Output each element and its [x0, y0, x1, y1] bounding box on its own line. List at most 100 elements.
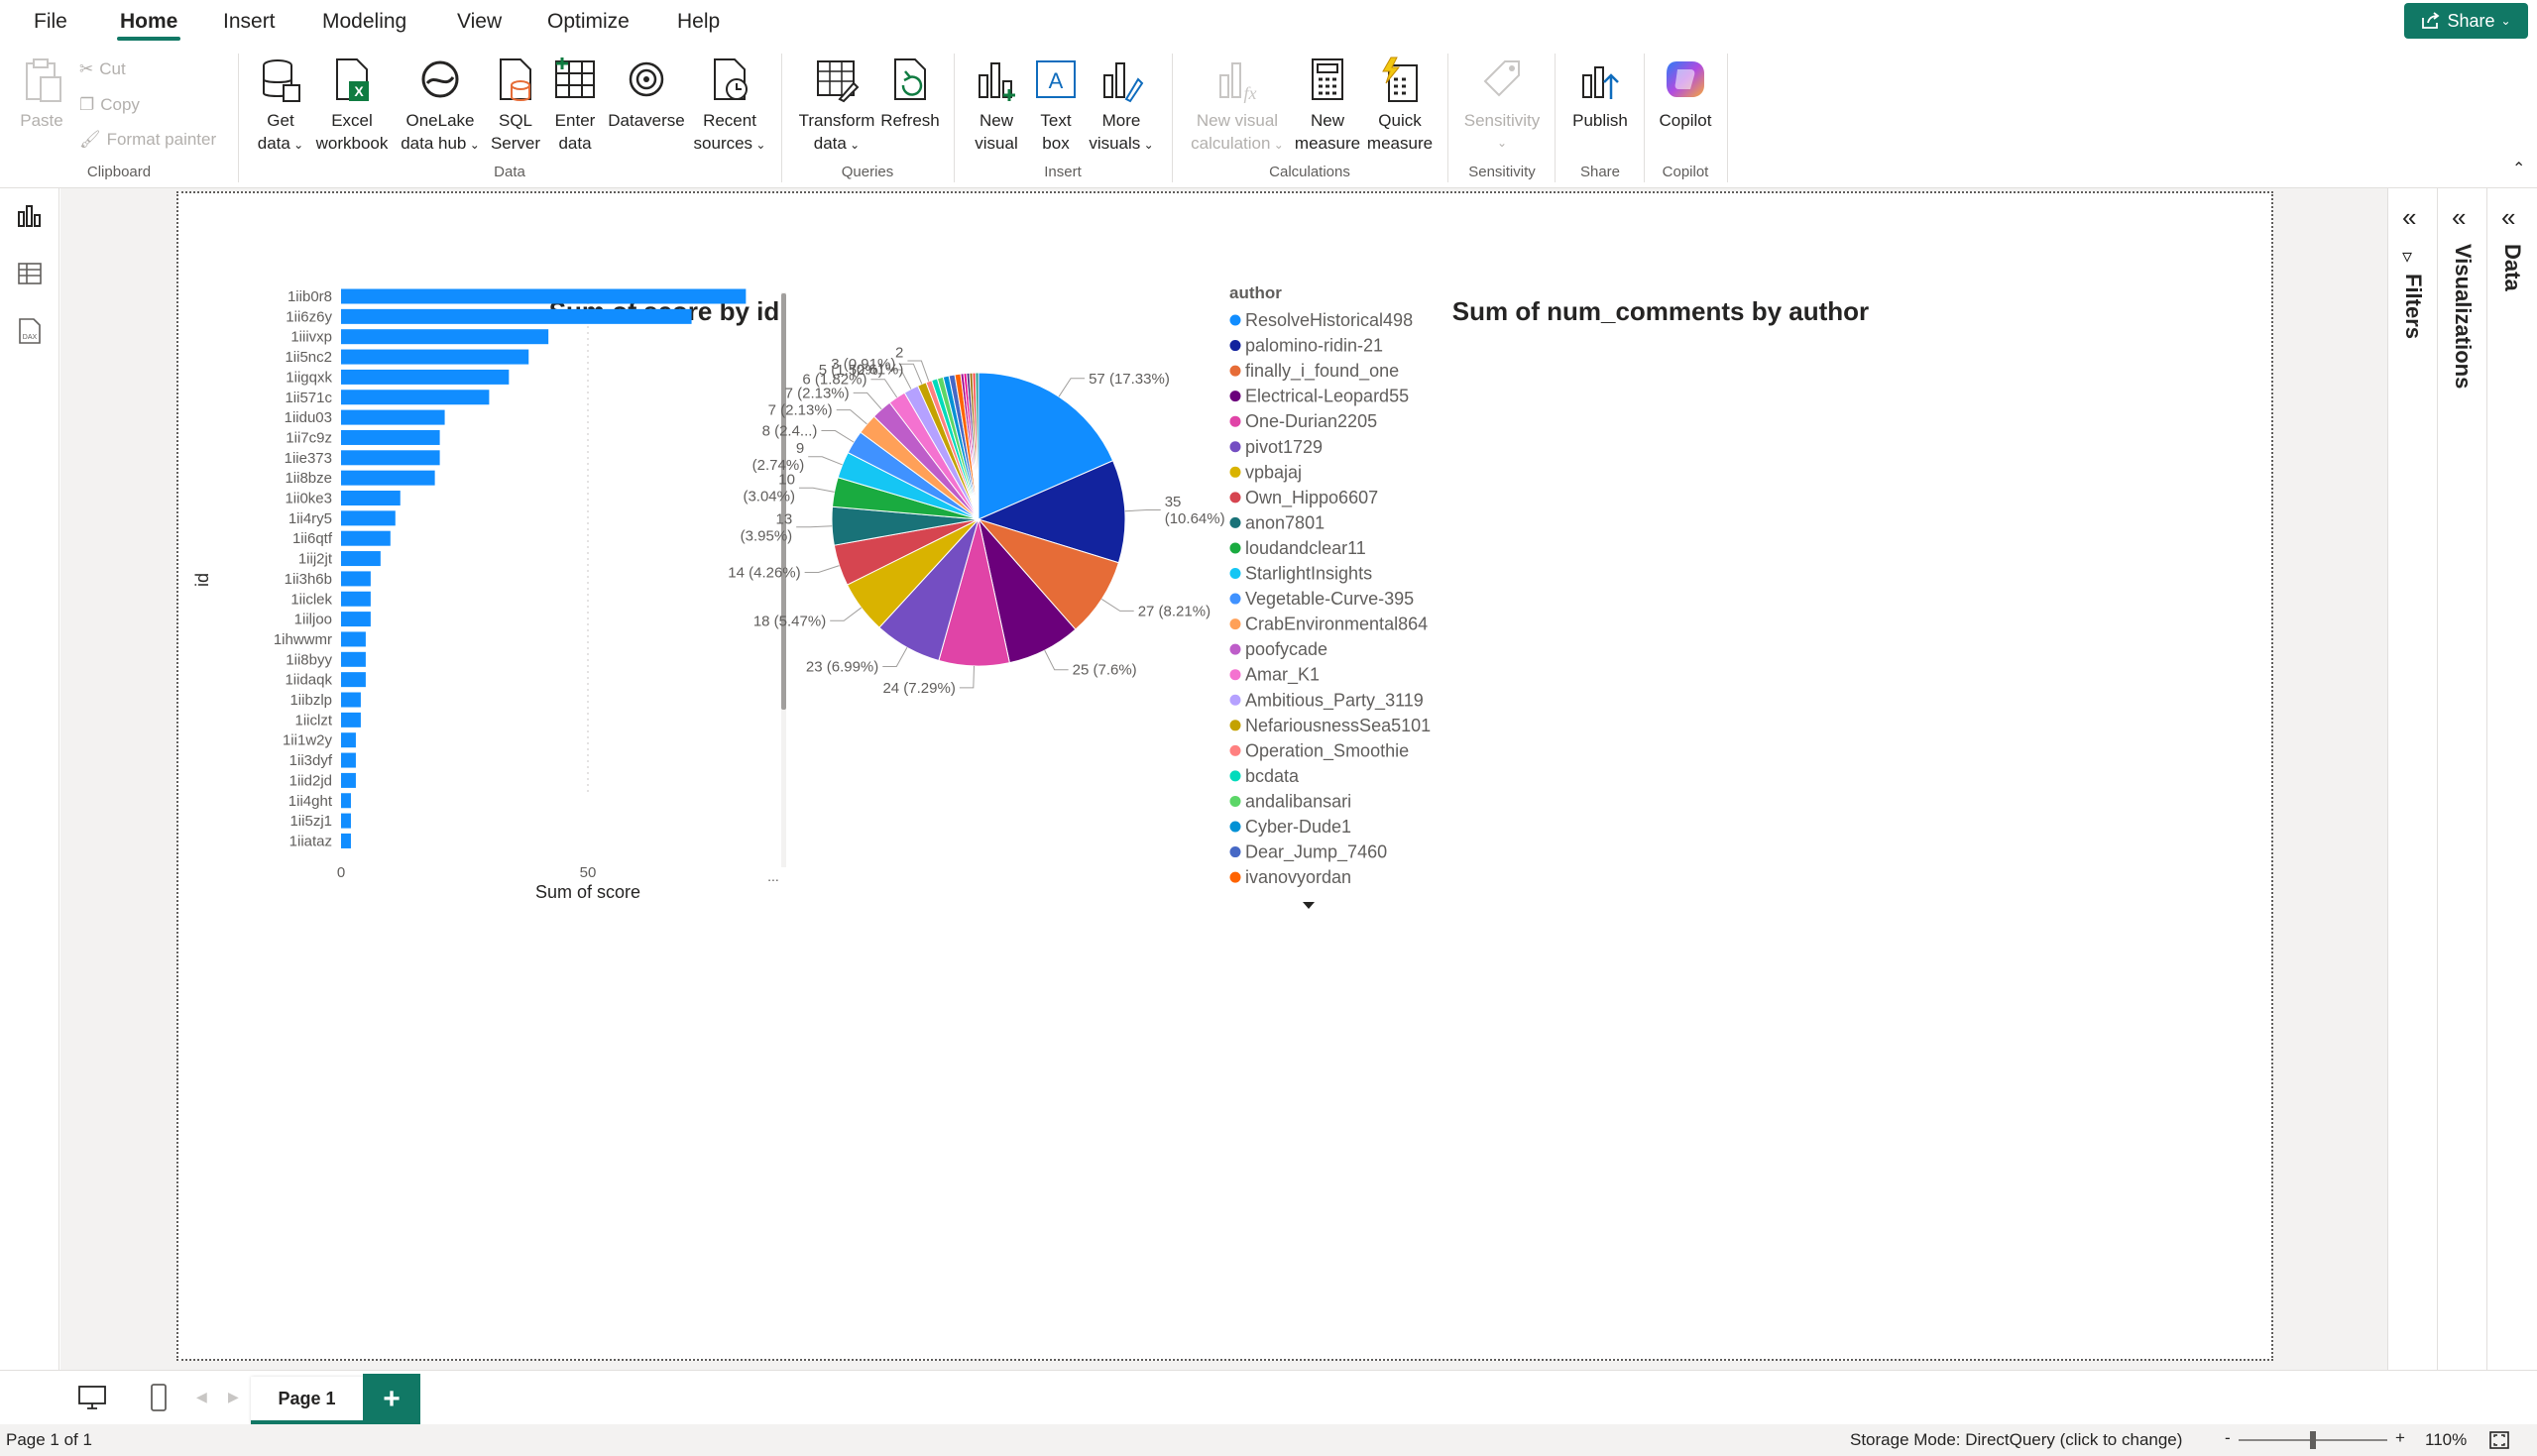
transform-data-icon	[814, 56, 860, 103]
excel-workbook-button[interactable]: X Excel workbook	[309, 56, 395, 155]
legend-item[interactable]: ivanovyordan	[1245, 867, 1351, 887]
copilot-button[interactable]: Copilot	[1650, 56, 1721, 132]
legend-item[interactable]: NefariousnessSea5101	[1245, 716, 1431, 735]
legend-item[interactable]: Ambitious_Party_3119	[1245, 690, 1424, 711]
legend-item[interactable]: anon7801	[1245, 512, 1325, 532]
new-visual-calculation-button[interactable]: fx New visual calculation ⌄	[1182, 56, 1293, 157]
cut-button[interactable]: ✂ Cut	[79, 59, 126, 79]
legend-item[interactable]: Own_Hippo6607	[1245, 488, 1378, 508]
legend-item[interactable]: Electrical-Leopard55	[1245, 387, 1409, 406]
leader-line	[853, 392, 882, 410]
legend-item[interactable]: One-Durian2205	[1245, 411, 1377, 431]
sensitivity-label: Sensitivity	[1463, 111, 1541, 130]
dataverse-button[interactable]: Dataverse	[604, 56, 689, 132]
clipboard-group-caption: Clipboard	[86, 164, 152, 180]
menu-modeling[interactable]: Modeling	[322, 10, 406, 34]
menu-help[interactable]: Help	[677, 10, 720, 34]
expand-visualizations-icon[interactable]: «	[2452, 202, 2466, 233]
menu-optimize[interactable]: Optimize	[547, 10, 630, 34]
legend-item[interactable]: andalibansari	[1245, 791, 1351, 811]
prev-page-icon[interactable]: ◀	[196, 1389, 207, 1405]
report-page: Sum of score by id Sum of num_comments b…	[176, 191, 2273, 1361]
more-visuals-button[interactable]: More visuals ⌄	[1083, 56, 1160, 157]
expand-filters-icon[interactable]: «	[2402, 202, 2416, 233]
copilot-group-caption: Copilot	[1662, 164, 1709, 180]
legend-item[interactable]: Dear_Jump_7460	[1245, 842, 1387, 863]
zoom-slider-thumb[interactable]	[2310, 1431, 2316, 1449]
leader-line	[830, 607, 863, 621]
quick-measure-button[interactable]: Quick measure	[1362, 56, 1438, 155]
chevron-down-icon: ⌄	[1140, 138, 1154, 152]
visualizations-pane[interactable]: « Visualizations	[2437, 188, 2486, 1370]
legend-item[interactable]: vpbajaj	[1245, 462, 1302, 482]
legend-item[interactable]: palomino-ridin-21	[1245, 336, 1383, 356]
data-pane[interactable]: « Data	[2486, 188, 2537, 1370]
legend-item[interactable]: bcdata	[1245, 766, 1300, 786]
sql-label-2: Server	[490, 134, 541, 153]
calculator-icon	[1305, 56, 1350, 103]
menu-insert[interactable]: Insert	[223, 10, 276, 34]
menu-file[interactable]: File	[34, 10, 67, 34]
legend-marker	[1229, 466, 1241, 478]
collapse-ribbon-icon[interactable]: ⌃	[2512, 159, 2525, 178]
pie-data-label: 14 (4.26%)	[728, 565, 800, 582]
recent-sources-button[interactable]: Recent sources ⌄	[688, 56, 771, 157]
chevron-down-icon: ⌄	[1496, 136, 1508, 150]
legend-item[interactable]: Cyber-Dude1	[1245, 817, 1351, 837]
format-painter-label: Format painter	[106, 130, 217, 149]
onelake-data-hub-button[interactable]: OneLake data hub ⌄	[395, 56, 486, 157]
refresh-icon	[887, 56, 933, 103]
dax-query-view-icon[interactable]: DAX	[16, 317, 44, 345]
mobile-layout-icon[interactable]	[149, 1383, 169, 1417]
onelake-label-2: data hub	[401, 134, 467, 153]
publish-button[interactable]: Publish	[1562, 56, 1638, 132]
legend-item[interactable]: pivot1729	[1245, 437, 1323, 457]
leader-line	[959, 665, 975, 689]
enter-data-button[interactable]: Enter data	[549, 56, 601, 155]
legend-item[interactable]: Vegetable-Curve-395	[1245, 589, 1414, 609]
zoom-in-button[interactable]: +	[2395, 1428, 2405, 1448]
new-measure-button[interactable]: New measure	[1293, 56, 1362, 155]
copy-button[interactable]: ❐ Copy	[79, 95, 140, 115]
next-page-icon[interactable]: ▶	[228, 1389, 239, 1405]
sensitivity-button[interactable]: Sensitivity ⌄	[1455, 56, 1549, 155]
desktop-layout-icon[interactable]	[77, 1385, 107, 1415]
transform-data-button[interactable]: Transform data ⌄	[793, 56, 880, 157]
legend-scroll-down-icon[interactable]	[1303, 902, 1315, 909]
new-visual-label-2: visual	[975, 134, 1018, 153]
menu-view[interactable]: View	[457, 10, 502, 34]
quick-measure-icon	[1377, 56, 1423, 103]
legend-item[interactable]: Amar_K1	[1245, 665, 1320, 686]
share-button[interactable]: Share ⌄	[2404, 3, 2528, 39]
legend-item[interactable]: CrabEnvironmental864	[1245, 615, 1428, 634]
menu-home[interactable]: Home	[120, 10, 177, 34]
sql-server-button[interactable]: SQL Server	[488, 56, 543, 155]
expand-data-icon[interactable]: «	[2501, 202, 2515, 233]
report-view-icon[interactable]	[16, 202, 44, 230]
tab-page-1[interactable]: Page 1	[251, 1377, 363, 1424]
paste-button[interactable]: Paste	[16, 56, 67, 132]
legend-item[interactable]: loudandclear11	[1245, 538, 1366, 558]
filters-pane[interactable]: « ▿ Filters	[2387, 188, 2437, 1370]
zoom-out-button[interactable]: -	[2225, 1428, 2231, 1448]
leader-line	[1124, 508, 1161, 512]
sensitivity-icon	[1479, 56, 1525, 103]
storage-mode-link[interactable]: Storage Mode: DirectQuery (click to chan…	[1850, 1430, 2182, 1450]
legend-item[interactable]: finally_i_found_one	[1245, 361, 1399, 382]
legend-item[interactable]: poofycade	[1245, 639, 1327, 659]
fit-to-page-icon[interactable]	[2488, 1429, 2510, 1456]
table-view-icon[interactable]	[16, 260, 44, 287]
add-page-button[interactable]: +	[363, 1374, 420, 1425]
pie-data-label: 10	[778, 472, 795, 489]
legend-marker	[1229, 492, 1241, 504]
refresh-button[interactable]: Refresh	[876, 56, 944, 132]
format-painter-button[interactable]: 🖌 Format painter	[79, 130, 216, 150]
get-data-button[interactable]: Get data ⌄	[252, 56, 309, 157]
leader-line	[836, 409, 867, 425]
legend-item[interactable]: Operation_Smoothie	[1245, 740, 1409, 761]
legend-marker	[1229, 795, 1241, 807]
new-visual-button[interactable]: New visual	[964, 56, 1029, 155]
legend-item[interactable]: ResolveHistorical498	[1245, 310, 1413, 330]
legend-item[interactable]: StarlightInsights	[1245, 564, 1372, 584]
text-box-button[interactable]: A Text box	[1031, 56, 1081, 155]
